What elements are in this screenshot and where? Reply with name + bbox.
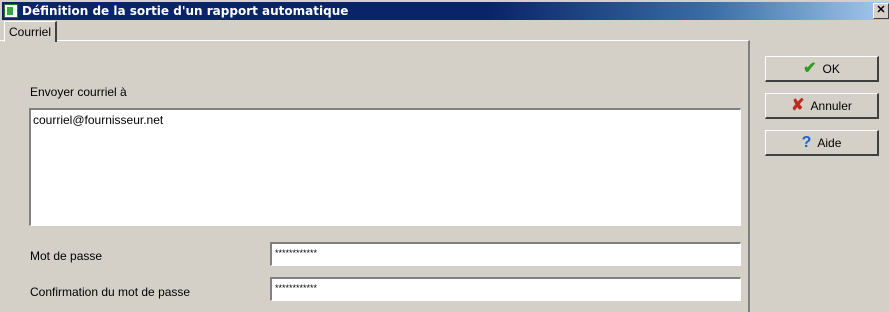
checkmark-icon: ✔ xyxy=(803,59,817,77)
password-field[interactable]: ************ xyxy=(270,242,741,266)
close-button[interactable]: ✕ xyxy=(873,3,889,19)
help-button-label: Aide xyxy=(817,135,842,150)
cancel-button-label: Annuler xyxy=(810,98,852,113)
confirm-password-field[interactable]: ************ xyxy=(270,277,741,301)
password-label: Mot de passe xyxy=(30,249,103,263)
email-label: Envoyer courriel à xyxy=(30,85,127,99)
question-icon: ? xyxy=(801,133,812,151)
tab-courriel[interactable]: Courriel xyxy=(4,21,58,42)
confirm-password-label: Confirmation du mot de passe xyxy=(30,285,191,299)
email-recipients-input[interactable]: courriel@fournisseur.net xyxy=(29,108,741,226)
cancel-button[interactable]: ✘ Annuler xyxy=(765,93,879,119)
window-title: Définition de la sortie d'un rapport aut… xyxy=(22,4,349,18)
ok-button[interactable]: ✔ OK xyxy=(765,56,879,82)
document-icon xyxy=(4,4,18,18)
ok-button-label: OK xyxy=(822,61,840,76)
title-bar[interactable]: Définition de la sortie d'un rapport aut… xyxy=(2,2,889,20)
x-icon: ✘ xyxy=(791,96,805,114)
help-button[interactable]: ? Aide xyxy=(765,130,879,156)
dialog-window: Définition de la sortie d'un rapport aut… xyxy=(0,0,889,312)
